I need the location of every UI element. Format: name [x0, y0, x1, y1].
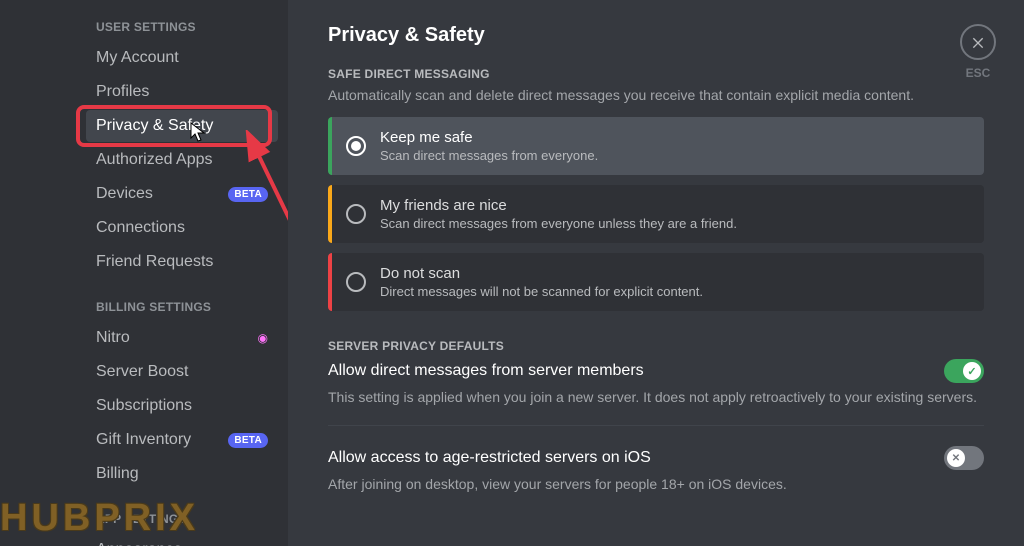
- beta-badge: BETA: [228, 433, 268, 448]
- radio-keep-me-safe[interactable]: Keep me safe Scan direct messages from e…: [328, 117, 984, 175]
- allow-dm-toggle[interactable]: [944, 359, 984, 383]
- close-icon: [970, 34, 986, 50]
- radio-indicator-icon: [346, 204, 366, 224]
- allow-dm-desc: This setting is applied when you join a …: [328, 389, 984, 405]
- divider: [328, 425, 984, 426]
- radio-title: Do not scan: [380, 265, 703, 282]
- age-restricted-desc: After joining on desktop, view your serv…: [328, 476, 984, 492]
- radio-indicator-icon: [346, 272, 366, 292]
- sidebar-item-appearance[interactable]: Appearance: [86, 534, 278, 546]
- sidebar-section-user-header: USER SETTINGS: [96, 20, 278, 34]
- sidebar-item-label: Gift Inventory: [96, 431, 191, 449]
- close-label: ESC: [966, 66, 991, 80]
- sidebar-item-label: Authorized Apps: [96, 151, 213, 169]
- sidebar-item-label: Profiles: [96, 83, 149, 101]
- sidebar-item-authorized-apps[interactable]: Authorized Apps: [86, 144, 278, 176]
- sidebar-item-devices[interactable]: Devices BETA: [86, 178, 278, 210]
- radio-indicator-icon: [346, 136, 366, 156]
- sidebar-item-label: Friend Requests: [96, 253, 213, 271]
- sidebar-item-label: Devices: [96, 185, 153, 203]
- sidebar-item-my-account[interactable]: My Account: [86, 42, 278, 74]
- settings-sidebar: USER SETTINGS My Account Profiles Privac…: [0, 0, 288, 546]
- sidebar-section-app-header: APP SETTINGS: [96, 512, 278, 526]
- sidebar-item-profiles[interactable]: Profiles: [86, 76, 278, 108]
- sidebar-item-label: Connections: [96, 219, 185, 237]
- radio-title: My friends are nice: [380, 197, 737, 214]
- sidebar-section-billing-header: BILLING SETTINGS: [96, 300, 278, 314]
- radio-title: Keep me safe: [380, 129, 598, 146]
- age-restricted-title: Allow access to age-restricted servers o…: [328, 449, 651, 467]
- radio-desc: Scan direct messages from everyone unles…: [380, 216, 737, 231]
- safe-dm-header: SAFE DIRECT MESSAGING: [328, 67, 984, 81]
- sidebar-item-label: Nitro: [96, 329, 130, 347]
- allow-dm-title: Allow direct messages from server member…: [328, 362, 644, 380]
- radio-do-not-scan[interactable]: Do not scan Direct messages will not be …: [328, 253, 984, 311]
- sidebar-item-label: My Account: [96, 49, 179, 67]
- sidebar-item-friend-requests[interactable]: Friend Requests: [86, 246, 278, 278]
- nitro-icon: ◉: [258, 331, 268, 345]
- sidebar-item-connections[interactable]: Connections: [86, 212, 278, 244]
- safe-dm-desc: Automatically scan and delete direct mes…: [328, 87, 984, 103]
- radio-my-friends-are-nice[interactable]: My friends are nice Scan direct messages…: [328, 185, 984, 243]
- close-button[interactable]: [960, 24, 996, 60]
- sidebar-item-label: Privacy & Safety: [96, 117, 213, 135]
- sidebar-item-label: Billing: [96, 465, 139, 483]
- radio-desc: Direct messages will not be scanned for …: [380, 284, 703, 299]
- sidebar-item-nitro[interactable]: Nitro ◉: [86, 322, 278, 354]
- server-privacy-header: SERVER PRIVACY DEFAULTS: [328, 339, 984, 353]
- sidebar-item-label: Appearance: [96, 541, 182, 546]
- sidebar-item-privacy-safety[interactable]: Privacy & Safety: [86, 110, 278, 142]
- toggle-knob-icon: [963, 362, 981, 380]
- sidebar-item-label: Server Boost: [96, 363, 188, 381]
- page-title: Privacy & Safety: [328, 24, 984, 47]
- sidebar-item-gift-inventory[interactable]: Gift Inventory BETA: [86, 424, 278, 456]
- radio-desc: Scan direct messages from everyone.: [380, 148, 598, 163]
- sidebar-item-server-boost[interactable]: Server Boost: [86, 356, 278, 388]
- sidebar-item-subscriptions[interactable]: Subscriptions: [86, 390, 278, 422]
- close-settings-group: ESC: [960, 24, 996, 80]
- toggle-knob-icon: [947, 449, 965, 467]
- sidebar-item-label: Subscriptions: [96, 397, 192, 415]
- sidebar-item-billing[interactable]: Billing: [86, 458, 278, 490]
- age-restricted-toggle[interactable]: [944, 446, 984, 470]
- settings-content: ESC Privacy & Safety SAFE DIRECT MESSAGI…: [288, 0, 1024, 546]
- beta-badge: BETA: [228, 187, 268, 202]
